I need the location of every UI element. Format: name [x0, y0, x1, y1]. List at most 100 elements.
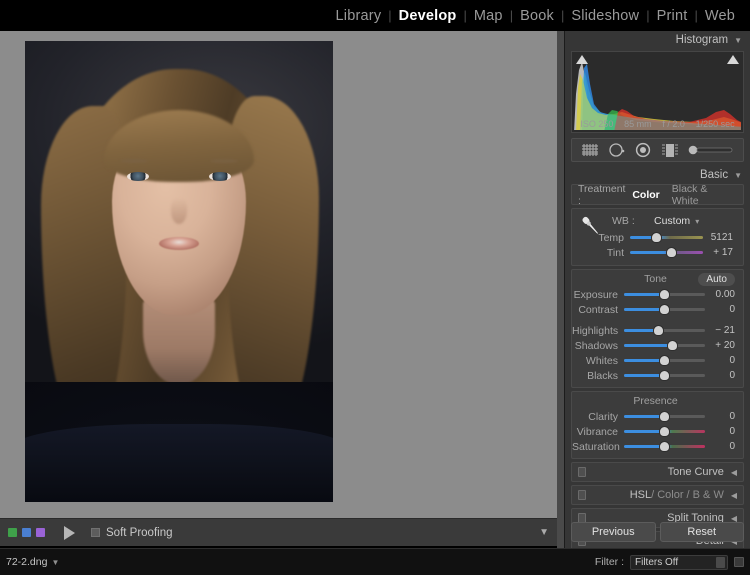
- image-canvas[interactable]: [0, 31, 557, 518]
- temp-slider-track[interactable]: [630, 236, 703, 239]
- panel-divider[interactable]: [557, 31, 565, 548]
- panel-action-buttons: Previous Reset: [571, 522, 744, 542]
- panel-hsl-color-bw[interactable]: HSL / Color / B & W ◀: [571, 485, 744, 505]
- panel-hsl-sublabel: / Color / B & W: [651, 489, 724, 501]
- wb-stepper-icon[interactable]: ▾: [695, 217, 699, 226]
- chevron-down-icon[interactable]: ▼: [51, 558, 59, 567]
- treatment-bw-option[interactable]: Black & White: [666, 183, 737, 207]
- chevron-left-icon[interactable]: ◀: [731, 491, 737, 500]
- histogram-header[interactable]: Histogram ▼: [565, 31, 750, 49]
- tint-label: Tint: [578, 247, 630, 259]
- crop-overlay-icon[interactable]: [581, 143, 599, 157]
- module-book[interactable]: Book: [513, 8, 561, 24]
- photo-frame[interactable]: [25, 41, 333, 502]
- vibrance-slider-knob[interactable]: [660, 427, 669, 436]
- tint-slider-track[interactable]: [630, 251, 703, 254]
- highlights-slider-row[interactable]: Highlights − 21: [572, 323, 739, 338]
- saturation-slider-track[interactable]: [624, 445, 705, 448]
- color-swatch-blue[interactable]: [22, 528, 31, 537]
- panel-tone-curve-label: Tone Curve: [668, 466, 724, 478]
- highlights-slider-knob[interactable]: [654, 326, 663, 335]
- highlights-slider-track[interactable]: [624, 329, 705, 332]
- module-develop[interactable]: Develop: [392, 8, 464, 24]
- vibrance-label: Vibrance: [572, 426, 624, 438]
- shadows-value: + 20: [705, 340, 739, 351]
- shadow-clipping-icon[interactable]: [576, 55, 588, 64]
- white-balance-section: WB : Custom ▾ Temp 5121 Tint + 17: [571, 208, 744, 266]
- histogram-widget[interactable]: ISO 250 85 mm f / 2.0 1/250 sec: [571, 51, 744, 133]
- filter-select[interactable]: Filters Off: [630, 555, 728, 570]
- whites-slider-row[interactable]: Whites 0: [572, 353, 739, 368]
- module-print[interactable]: Print: [650, 8, 695, 24]
- play-icon[interactable]: [64, 526, 75, 540]
- treatment-color-option[interactable]: Color: [626, 189, 665, 201]
- chevron-down-icon[interactable]: ▼: [734, 171, 742, 180]
- saturation-value: 0: [705, 441, 739, 452]
- soft-proofing-checkbox[interactable]: [91, 528, 100, 537]
- highlight-clipping-icon[interactable]: [727, 55, 739, 64]
- presence-section-title: Presence: [572, 394, 739, 409]
- photo-eyebrow-right: [210, 159, 238, 163]
- contrast-slider-row[interactable]: Contrast 0: [572, 302, 739, 317]
- reset-button[interactable]: Reset: [660, 522, 745, 542]
- eyedropper-icon[interactable]: [578, 213, 604, 239]
- blacks-slider-track[interactable]: [624, 374, 705, 377]
- blacks-slider-row[interactable]: Blacks 0: [572, 368, 739, 383]
- saturation-slider-knob[interactable]: [660, 442, 669, 451]
- tint-slider-knob[interactable]: [667, 248, 676, 257]
- tone-section-title-row: Tone Auto: [572, 272, 739, 287]
- panel-switch-icon[interactable]: [578, 490, 586, 500]
- wb-value[interactable]: Custom: [654, 215, 690, 227]
- contrast-slider-track[interactable]: [624, 308, 705, 311]
- chevron-left-icon[interactable]: ◀: [731, 468, 737, 477]
- temp-slider-knob[interactable]: [652, 233, 661, 242]
- adjustment-brush-icon[interactable]: [688, 144, 734, 156]
- vibrance-value: 0: [705, 426, 739, 437]
- chevron-down-icon[interactable]: ▼: [734, 36, 742, 45]
- exposure-slider-track[interactable]: [624, 293, 705, 296]
- color-swatch-green[interactable]: [8, 528, 17, 537]
- module-web[interactable]: Web: [698, 8, 742, 24]
- photo-sweater: [25, 424, 333, 502]
- blacks-slider-knob[interactable]: [660, 371, 669, 380]
- histogram-metadata: ISO 250 85 mm f / 2.0 1/250 sec: [572, 117, 743, 131]
- auto-tone-button[interactable]: Auto: [698, 273, 735, 286]
- vibrance-slider-row[interactable]: Vibrance 0: [572, 424, 739, 439]
- stepper-icon[interactable]: [716, 557, 725, 568]
- module-library[interactable]: Library: [329, 8, 389, 24]
- panel-tone-curve[interactable]: Tone Curve ◀: [571, 462, 744, 482]
- module-slideshow[interactable]: Slideshow: [564, 8, 646, 24]
- filename-label[interactable]: 72-2.dng: [6, 556, 47, 568]
- previous-button[interactable]: Previous: [571, 522, 656, 542]
- shadows-slider-row[interactable]: Shadows + 20: [572, 338, 739, 353]
- temp-value: 5121: [703, 232, 737, 243]
- chevron-down-icon[interactable]: ▼: [539, 527, 549, 538]
- contrast-slider-knob[interactable]: [660, 305, 669, 314]
- shadows-slider-knob[interactable]: [668, 341, 677, 350]
- exposure-slider-row[interactable]: Exposure 0.00: [572, 287, 739, 302]
- saturation-slider-row[interactable]: Saturation 0: [572, 439, 739, 454]
- whites-slider-track[interactable]: [624, 359, 705, 362]
- clarity-slider-knob[interactable]: [660, 412, 669, 421]
- blacks-value: 0: [705, 370, 739, 381]
- clarity-slider-row[interactable]: Clarity 0: [572, 409, 739, 424]
- shadows-slider-track[interactable]: [624, 344, 705, 347]
- filter-toggle-icon[interactable]: [734, 557, 744, 567]
- clarity-slider-track[interactable]: [624, 415, 705, 418]
- module-map[interactable]: Map: [467, 8, 510, 24]
- color-swatch-purple[interactable]: [36, 528, 45, 537]
- graduated-filter-icon[interactable]: [661, 143, 679, 158]
- panel-switch-icon[interactable]: [578, 467, 586, 477]
- spot-removal-icon[interactable]: [608, 142, 626, 158]
- basic-panel-header[interactable]: Basic ▼: [565, 166, 750, 184]
- portrait-photo: [25, 41, 333, 502]
- treatment-row: Treatment : Color Black & White: [571, 184, 744, 205]
- exposure-slider-knob[interactable]: [660, 290, 669, 299]
- vibrance-slider-track[interactable]: [624, 430, 705, 433]
- tint-slider-row[interactable]: Tint + 17: [578, 245, 737, 260]
- whites-slider-knob[interactable]: [660, 356, 669, 365]
- focal-length-value: 85 mm: [624, 119, 652, 129]
- red-eye-icon[interactable]: [635, 142, 651, 158]
- basic-panel-title: Basic: [700, 169, 728, 181]
- soft-proofing-label: Soft Proofing: [106, 527, 172, 539]
